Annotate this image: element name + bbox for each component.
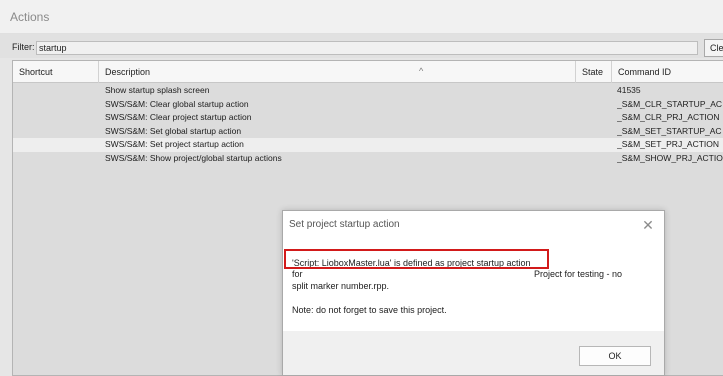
column-header-shortcut[interactable]: Shortcut	[13, 61, 99, 83]
row-command-id: _S&M_CLR_PRJ_ACTION	[617, 112, 720, 122]
table-row[interactable]: SWS/S&M: Show project/global startup act…	[13, 152, 723, 166]
set-project-startup-action-dialog: Set project startup action ✕ 'Script: Li…	[282, 210, 665, 376]
row-command-id: _S&M_CLR_STARTUP_AC	[617, 98, 723, 109]
table-row[interactable]: SWS/S&M: Clear project startup action _S…	[13, 111, 723, 125]
dialog-message-line2-right: Project for testing - no	[534, 269, 623, 279]
titlebar: Actions	[0, 0, 723, 34]
actions-window: Actions Filter: startup Clea Shortcut De…	[0, 0, 723, 376]
table-row[interactable]: Show startup splash screen 41535	[13, 84, 723, 98]
table-row[interactable]: SWS/S&M: Set global startup action _S&M_…	[13, 125, 723, 139]
dialog-titlebar: Set project startup action ✕	[283, 211, 664, 239]
row-description: SWS/S&M: Clear project startup action	[105, 112, 252, 122]
row-command-id: _S&M_SET_PRJ_ACTION	[617, 139, 720, 149]
highlight-box	[284, 249, 549, 269]
clear-button[interactable]: Clea	[704, 39, 723, 57]
column-header-command-id[interactable]: Command ID	[612, 61, 723, 83]
row-command-id: _S&M_SET_STARTUP_AC	[617, 125, 722, 136]
description-header-label: Description	[105, 67, 151, 77]
table-row[interactable]: SWS/S&M: Clear global startup action _S&…	[13, 98, 723, 112]
dialog-message-line3: split marker number.rpp.	[292, 281, 390, 291]
table-row-selected[interactable]: SWS/S&M: Set project startup action _S&M…	[13, 138, 723, 152]
window-title: Actions	[10, 10, 50, 24]
row-description: Show startup splash screen	[105, 85, 210, 95]
row-description: SWS/S&M: Show project/global startup act…	[105, 152, 282, 163]
column-header-description[interactable]: Description ^	[99, 61, 576, 83]
row-command-id: 41535	[617, 85, 641, 95]
sort-ascending-icon: ^	[419, 66, 424, 76]
row-description: SWS/S&M: Set global startup action	[105, 125, 242, 136]
dialog-message-line2-left: for	[292, 269, 303, 279]
row-command-id: _S&M_SHOW_PRJ_ACTIO	[617, 152, 723, 163]
filter-input[interactable]: startup	[36, 41, 698, 55]
dialog-title: Set project startup action	[289, 219, 400, 230]
ok-button[interactable]: OK	[579, 346, 651, 366]
dialog-note: Note: do not forget to save this project…	[292, 305, 447, 315]
close-icon[interactable]: ✕	[639, 216, 657, 234]
column-header-state[interactable]: State	[576, 61, 612, 83]
filter-label: Filter:	[12, 42, 35, 52]
row-description: SWS/S&M: Clear global startup action	[105, 98, 249, 109]
row-description: SWS/S&M: Set project startup action	[105, 139, 244, 149]
list-header: Shortcut Description ^ State Command ID	[13, 61, 723, 83]
